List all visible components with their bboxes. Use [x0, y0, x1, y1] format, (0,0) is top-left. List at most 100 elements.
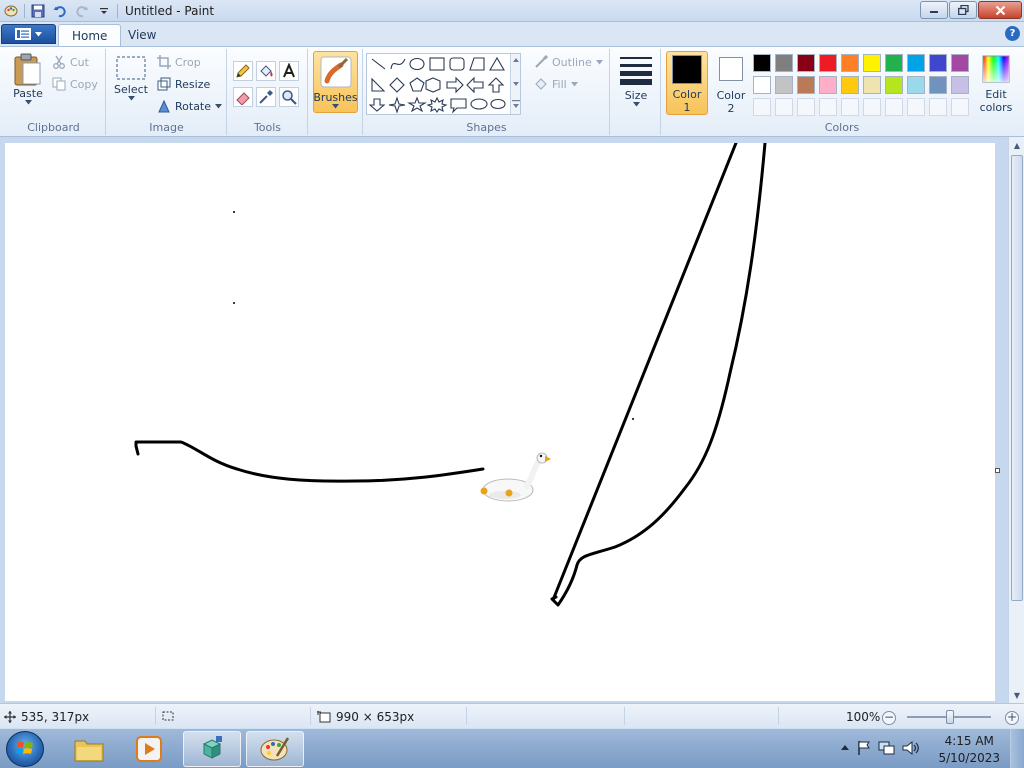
palette-swatch[interactable] — [819, 76, 837, 94]
volume-icon[interactable] — [902, 740, 920, 756]
palette-swatch[interactable] — [885, 54, 903, 72]
palette-swatch[interactable] — [775, 76, 793, 94]
cut-button[interactable]: Cut — [52, 55, 89, 69]
save-icon[interactable] — [29, 2, 47, 20]
taskbar-media-player[interactable] — [120, 731, 178, 767]
pencil-tool[interactable] — [233, 61, 253, 81]
edit-colors-button[interactable]: Edit colors — [976, 55, 1016, 114]
size-button[interactable]: Size — [616, 55, 656, 107]
palette-swatch[interactable] — [885, 76, 903, 94]
tab-view[interactable]: View — [115, 24, 169, 46]
customize-qat-icon[interactable] — [95, 2, 113, 20]
paint-bucket-icon — [260, 65, 273, 77]
system-tray: 4:15 AM 5/10/2023 — [834, 729, 1024, 768]
crop-button[interactable]: Crop — [157, 55, 201, 69]
color2-button[interactable]: Color 2 — [714, 54, 748, 115]
palette-empty-swatch[interactable] — [863, 98, 881, 116]
palette-swatch[interactable] — [863, 54, 881, 72]
action-center-flag-icon[interactable] — [856, 740, 872, 756]
magnifier-tool[interactable] — [279, 87, 299, 107]
help-icon[interactable]: ? — [1005, 26, 1020, 41]
shapes-scrollbar[interactable] — [510, 54, 520, 114]
show-hidden-icons-icon[interactable] — [840, 743, 850, 751]
palette-empty-swatch[interactable] — [775, 98, 793, 116]
palette-empty-swatch[interactable] — [819, 98, 837, 116]
drawing-canvas[interactable] — [5, 141, 995, 701]
show-desktop-button[interactable] — [1010, 729, 1024, 768]
paste-button[interactable]: Paste — [8, 53, 48, 105]
taskbar-paint[interactable] — [246, 731, 304, 767]
select-button[interactable]: Select — [111, 55, 151, 101]
rotate-button[interactable]: Rotate — [157, 99, 223, 113]
paint-menu-button[interactable] — [1, 24, 56, 44]
palette-swatch[interactable] — [841, 76, 859, 94]
resize-label: Resize — [175, 77, 211, 91]
palette-empty-swatch[interactable] — [929, 98, 947, 116]
shapes-gallery-icons[interactable] — [369, 54, 514, 114]
color1-button[interactable]: Color 1 — [666, 51, 708, 115]
palette-empty-swatch[interactable] — [841, 98, 859, 116]
palette-swatch[interactable] — [753, 76, 771, 94]
palette-swatch[interactable] — [951, 76, 969, 94]
taskbar-app-cube[interactable] — [183, 731, 241, 767]
resize-button[interactable]: Resize — [157, 77, 210, 91]
scroll-down-icon[interactable]: ▼ — [1012, 690, 1022, 700]
eraser-tool[interactable] — [233, 87, 253, 107]
vertical-scrollbar[interactable]: ▲ ▼ — [1008, 137, 1024, 703]
zoom-in-button[interactable]: + — [1005, 711, 1019, 725]
canvas-resize-handle[interactable] — [995, 468, 1000, 473]
restore-button[interactable] — [949, 1, 977, 19]
palette-empty-swatch[interactable] — [797, 98, 815, 116]
palette-empty-swatch[interactable] — [951, 98, 969, 116]
copy-button[interactable]: Copy — [52, 77, 98, 91]
fill-bucket-icon — [535, 78, 547, 90]
clock[interactable]: 4:15 AM 5/10/2023 — [938, 733, 1000, 767]
minimize-button[interactable] — [920, 1, 948, 19]
palette-swatch[interactable] — [929, 54, 947, 72]
fill-tool[interactable] — [256, 61, 276, 81]
select-icon — [116, 56, 146, 80]
folder-icon — [74, 740, 104, 762]
palette-swatch[interactable] — [951, 54, 969, 72]
start-button[interactable] — [6, 731, 44, 767]
color2-label: Color — [716, 89, 746, 102]
scrollbar-thumb[interactable] — [1011, 155, 1023, 601]
palette-swatch[interactable] — [907, 54, 925, 72]
network-icon[interactable] — [878, 740, 896, 756]
cursor-position: 535, 317px — [4, 710, 89, 724]
rotate-label: Rotate — [175, 99, 212, 113]
copy-label: Copy — [70, 77, 98, 91]
palette-empty-swatch[interactable] — [885, 98, 903, 116]
redo-icon[interactable] — [73, 2, 91, 20]
fill-button[interactable]: Fill — [534, 77, 578, 91]
color-picker-tool[interactable] — [256, 87, 276, 107]
palette-swatch[interactable] — [753, 54, 771, 72]
select-label: Select — [114, 83, 148, 96]
palette-empty-swatch[interactable] — [907, 98, 925, 116]
taskbar-explorer[interactable] — [60, 731, 118, 767]
palette-swatch[interactable] — [841, 54, 859, 72]
undo-icon[interactable] — [51, 2, 69, 20]
close-button[interactable] — [978, 1, 1022, 19]
palette-swatch[interactable] — [929, 76, 947, 94]
text-tool[interactable] — [279, 61, 299, 81]
outline-brush-icon — [535, 55, 548, 68]
separator — [24, 4, 25, 18]
scroll-up-icon[interactable]: ▲ — [1012, 140, 1022, 150]
palette-swatch[interactable] — [797, 54, 815, 72]
palette-swatch[interactable] — [819, 54, 837, 72]
clipboard-group-label: Clipboard — [27, 121, 80, 134]
outline-button[interactable]: Outline — [534, 55, 603, 69]
palette-swatch[interactable] — [863, 76, 881, 94]
palette-swatch[interactable] — [797, 76, 815, 94]
brushes-button[interactable]: Brushes — [313, 51, 358, 113]
tab-home[interactable]: Home — [58, 24, 122, 46]
zoom-slider-thumb[interactable] — [946, 710, 954, 724]
palette-swatch[interactable] — [775, 54, 793, 72]
title-bar: Untitled - Paint — [0, 0, 1024, 22]
palette-swatch[interactable] — [907, 76, 925, 94]
zoom-out-button[interactable]: − — [882, 711, 896, 725]
selection-size — [161, 710, 175, 722]
paint-app-icon[interactable] — [2, 2, 20, 20]
palette-empty-swatch[interactable] — [753, 98, 771, 116]
